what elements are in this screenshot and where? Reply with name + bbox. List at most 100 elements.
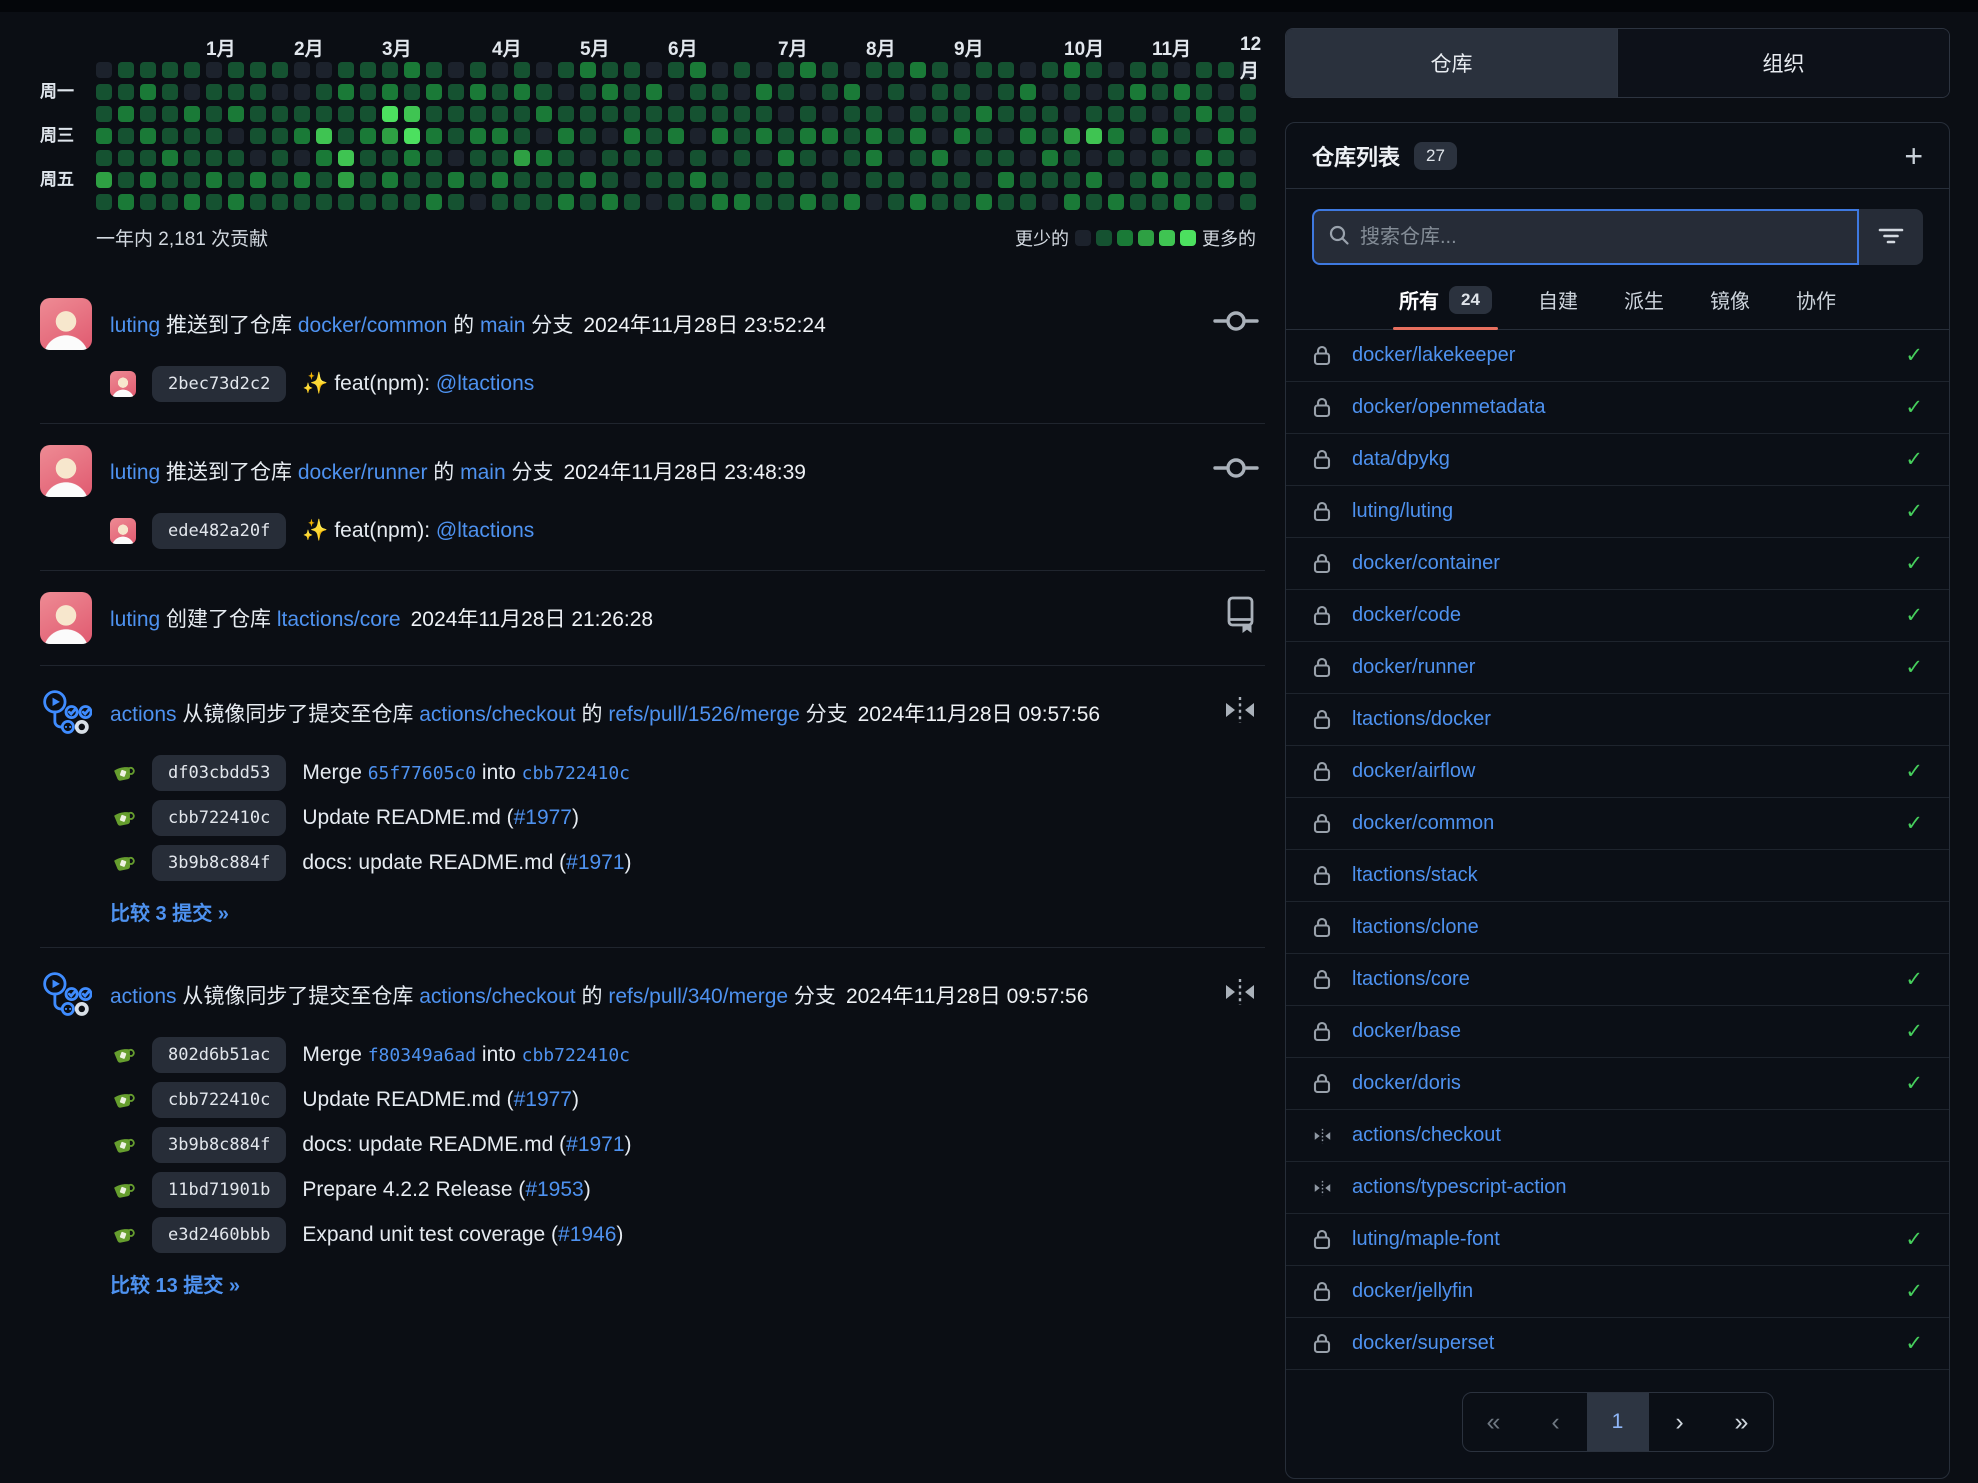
- feed-link[interactable]: actions/checkout: [419, 985, 575, 1008]
- feed-link[interactable]: actions: [110, 985, 177, 1008]
- contribution-total: 一年内 2,181 次贡献: [96, 224, 268, 251]
- heatmap-weekday-label: 周五: [40, 172, 96, 188]
- mode-tab-repos[interactable]: 仓库: [1286, 29, 1617, 97]
- repo-link[interactable]: luting/luting: [1352, 500, 1453, 523]
- last-page-button[interactable]: »: [1711, 1393, 1773, 1451]
- repo-link[interactable]: actions/checkout: [1352, 1124, 1501, 1147]
- feed-link[interactable]: refs/pull/1526/merge: [608, 703, 799, 726]
- repo-link[interactable]: docker/lakekeeper: [1352, 344, 1515, 367]
- feed-link[interactable]: #1977: [514, 1088, 572, 1111]
- user-avatar[interactable]: [40, 592, 92, 644]
- repo-link[interactable]: docker/container: [1352, 552, 1500, 575]
- repo-link[interactable]: ltactions/clone: [1352, 916, 1479, 939]
- heatmap-cell: [250, 150, 266, 166]
- compare-commits-link[interactable]: 比较 3 提交 »: [110, 897, 229, 926]
- feed-link[interactable]: main: [480, 314, 526, 337]
- repo-filter-tab-1[interactable]: 自建: [1538, 285, 1578, 329]
- heatmap-cell: [162, 150, 178, 166]
- repo-filter-tab-0[interactable]: 所有24: [1399, 285, 1492, 329]
- feed-link[interactable]: docker/runner: [298, 461, 428, 484]
- feed-link[interactable]: cbb722410c: [522, 763, 630, 784]
- lock-icon: [1312, 1280, 1334, 1303]
- lock-icon: [1312, 656, 1334, 679]
- repo-link[interactable]: ltactions/core: [1352, 968, 1470, 991]
- repo-filter-tab-3[interactable]: 镜像: [1710, 285, 1750, 329]
- repo-link[interactable]: ltactions/stack: [1352, 864, 1478, 887]
- legend-swatch: [1138, 230, 1154, 246]
- repo-link[interactable]: docker/jellyfin: [1352, 1280, 1473, 1303]
- heatmap-cell: [976, 128, 992, 144]
- repo-filter-tab-4[interactable]: 协作: [1796, 285, 1836, 329]
- feed-link[interactable]: main: [460, 461, 506, 484]
- repo-link[interactable]: docker/superset: [1352, 1332, 1494, 1355]
- compare-commits-link[interactable]: 比较 13 提交 »: [110, 1269, 240, 1298]
- feed-link[interactable]: #1971: [566, 1133, 624, 1156]
- repo-link[interactable]: data/dpykg: [1352, 448, 1450, 471]
- heatmap-cell: [866, 172, 882, 188]
- feed-link[interactable]: #1977: [514, 806, 572, 829]
- feed-link[interactable]: @ltactions: [436, 519, 534, 542]
- repo-search-input[interactable]: [1360, 226, 1843, 249]
- heatmap-cell: [1152, 106, 1168, 122]
- repo-link[interactable]: docker/airflow: [1352, 760, 1475, 783]
- repo-link[interactable]: ltactions/docker: [1352, 708, 1491, 731]
- feed-link[interactable]: #1946: [558, 1223, 616, 1246]
- add-repo-button[interactable]: +: [1904, 140, 1923, 172]
- repo-link[interactable]: docker/common: [1352, 812, 1494, 835]
- heatmap-week-column: [162, 62, 178, 210]
- commit-hash-badge[interactable]: 802d6b51ac: [152, 1037, 286, 1073]
- repo-search-box[interactable]: [1312, 209, 1859, 265]
- repo-link[interactable]: luting/maple-font: [1352, 1228, 1500, 1251]
- heatmap-cell: [844, 84, 860, 100]
- feed-link[interactable]: luting: [110, 608, 160, 631]
- feed-link[interactable]: cbb722410c: [522, 1045, 630, 1066]
- commit-hash-badge[interactable]: cbb722410c: [152, 1082, 286, 1118]
- commit-hash-badge[interactable]: cbb722410c: [152, 800, 286, 836]
- page-number[interactable]: 1: [1587, 1393, 1649, 1451]
- commit-hash-badge[interactable]: 11bd71901b: [152, 1172, 286, 1208]
- repo-link[interactable]: docker/code: [1352, 604, 1461, 627]
- heatmap-cell: [536, 62, 552, 78]
- repo-link[interactable]: docker/doris: [1352, 1072, 1461, 1095]
- heatmap-cell: [140, 84, 156, 100]
- user-avatar[interactable]: [40, 298, 92, 350]
- feed-link[interactable]: 65f77605c0: [368, 763, 476, 784]
- repo-link[interactable]: docker/runner: [1352, 656, 1475, 679]
- feed-link[interactable]: refs/pull/340/merge: [608, 985, 788, 1008]
- heatmap-cell: [668, 106, 684, 122]
- feed-link[interactable]: actions: [110, 703, 177, 726]
- commit-hash-badge[interactable]: 3b9b8c884f: [152, 845, 286, 881]
- user-avatar[interactable]: [40, 445, 92, 497]
- check-icon: ✓: [1905, 343, 1923, 368]
- commit-hash-badge[interactable]: 3b9b8c884f: [152, 1127, 286, 1163]
- feed-link[interactable]: luting: [110, 461, 160, 484]
- commit-hash-badge[interactable]: df03cbdd53: [152, 755, 286, 791]
- actions-org-avatar[interactable]: [40, 969, 92, 1021]
- commit-hash-badge[interactable]: 2bec73d2c2: [152, 366, 286, 402]
- repo-link[interactable]: actions/typescript-action: [1352, 1176, 1567, 1199]
- heatmap-cell: [1240, 128, 1256, 144]
- repo-filter-tab-2[interactable]: 派生: [1624, 285, 1664, 329]
- feed-link[interactable]: luting: [110, 314, 160, 337]
- heatmap-cell: [228, 194, 244, 210]
- lock-icon: [1312, 396, 1334, 419]
- next-page-button[interactable]: ›: [1649, 1393, 1711, 1451]
- gitea-teacup-icon: [110, 1132, 136, 1158]
- mirror-icon: [1221, 976, 1259, 1014]
- mode-tab-orgs[interactable]: 组织: [1617, 29, 1949, 97]
- commit-hash-badge[interactable]: ede482a20f: [152, 513, 286, 549]
- feed-link[interactable]: #1953: [525, 1178, 583, 1201]
- repo-link[interactable]: docker/openmetadata: [1352, 396, 1545, 419]
- feed-link[interactable]: f80349a6ad: [368, 1045, 476, 1066]
- feed-link[interactable]: ltactions/core: [277, 608, 401, 631]
- repo-link[interactable]: docker/base: [1352, 1020, 1461, 1043]
- feed-link[interactable]: docker/common: [298, 314, 447, 337]
- filter-button[interactable]: [1859, 209, 1923, 265]
- commit-message: docs: update README.md (#1971): [302, 851, 631, 875]
- commit-hash-badge[interactable]: e3d2460bbb: [152, 1217, 286, 1253]
- feed-link[interactable]: #1971: [566, 851, 624, 874]
- actions-org-avatar[interactable]: [40, 687, 92, 739]
- feed-link[interactable]: actions/checkout: [419, 703, 575, 726]
- heatmap-cell: [316, 62, 332, 78]
- feed-link[interactable]: @ltactions: [436, 372, 534, 395]
